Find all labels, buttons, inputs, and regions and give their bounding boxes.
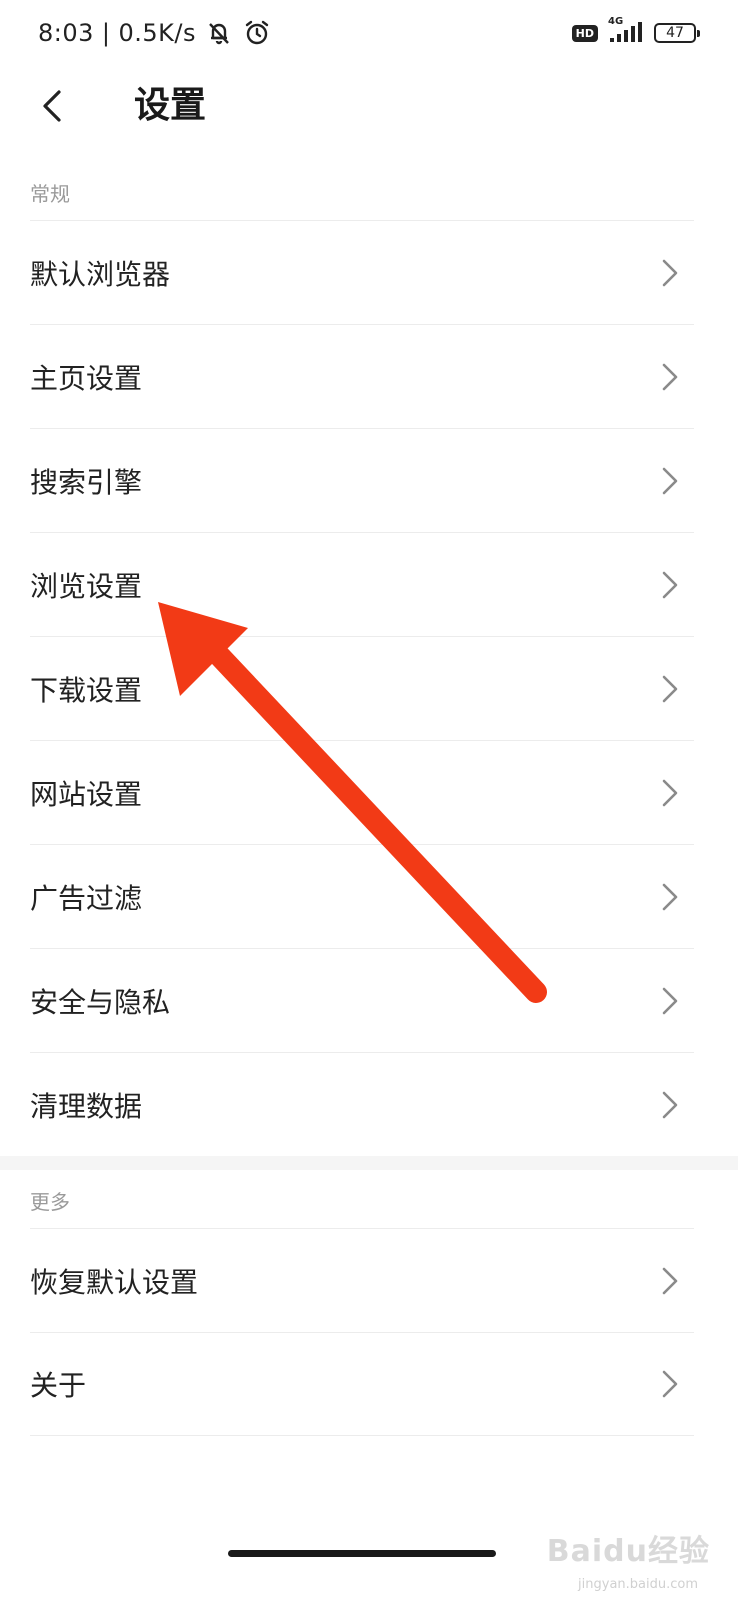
settings-item-search-engine[interactable]: 搜索引擎 — [30, 428, 694, 532]
section-label-more: 更多 — [30, 1190, 70, 1214]
status-right: HD 4G 47 — [571, 16, 700, 46]
chevron-right-icon — [658, 466, 682, 496]
hd-badge: HD — [571, 24, 598, 42]
chevron-right-icon — [658, 362, 682, 392]
signal-icon: 4G — [608, 16, 644, 46]
watermark-url: jingyan.baidu.com — [578, 1577, 698, 1592]
watermark-logo: Baidu经验 — [546, 1534, 710, 1569]
status-separator: | — [101, 19, 111, 47]
settings-item-download[interactable]: 下载设置 — [30, 636, 694, 740]
item-label: 搜索引擎 — [30, 465, 143, 499]
settings-item-homepage[interactable]: 主页设置 — [30, 324, 694, 428]
item-label: 清理数据 — [30, 1089, 143, 1123]
header: 设置 — [0, 64, 738, 154]
settings-item-restore-defaults[interactable]: 恢复默认设置 — [30, 1228, 694, 1332]
alarm-icon — [242, 18, 272, 48]
section-divider — [0, 1156, 738, 1170]
chevron-right-icon — [658, 258, 682, 288]
chevron-left-icon — [43, 90, 61, 122]
chevron-right-icon — [658, 674, 682, 704]
settings-item-browsing[interactable]: 浏览设置 — [30, 532, 694, 636]
item-label: 浏览设置 — [30, 569, 143, 603]
chevron-right-icon — [658, 1266, 682, 1296]
chevron-right-icon — [658, 570, 682, 600]
item-label: 关于 — [30, 1369, 87, 1402]
chevron-right-icon — [658, 778, 682, 808]
item-label: 网站设置 — [30, 777, 143, 811]
back-button[interactable] — [30, 84, 74, 128]
item-label: 主页设置 — [30, 361, 143, 395]
item-label: 安全与隐私 — [30, 985, 171, 1019]
bell-muted-icon — [204, 18, 234, 48]
general-settings-list: 默认浏览器 主页设置 搜索引擎 浏览设置 下载设置 网站设置 广告过滤 安全与隐… — [30, 220, 694, 1156]
settings-item-clear-data[interactable]: 清理数据 — [30, 1052, 694, 1156]
chevron-right-icon — [658, 986, 682, 1016]
status-time: 8:03 — [38, 19, 94, 47]
status-net-speed: 0.5K/s — [118, 19, 196, 47]
item-label: 恢复默认设置 — [30, 1265, 199, 1299]
status-bar: 8:03 | 0.5K/s HD 4G 47 — [0, 0, 738, 64]
settings-item-default-browser[interactable]: 默认浏览器 — [30, 220, 694, 324]
battery-icon: 47 — [654, 23, 700, 43]
settings-item-website[interactable]: 网站设置 — [30, 740, 694, 844]
section-label-general: 常规 — [30, 182, 70, 206]
settings-item-about[interactable]: 关于 — [30, 1332, 694, 1436]
page-title: 设置 — [134, 85, 207, 126]
item-label: 默认浏览器 — [30, 257, 171, 291]
chevron-right-icon — [658, 1369, 682, 1399]
item-label: 下载设置 — [30, 673, 143, 707]
home-indicator[interactable] — [228, 1550, 496, 1557]
chevron-right-icon — [658, 1090, 682, 1120]
status-left: 8:03 | 0.5K/s — [38, 18, 272, 48]
more-settings-list: 恢复默认设置 关于 — [30, 1228, 694, 1436]
item-label: 广告过滤 — [30, 881, 143, 915]
settings-item-ad-filter[interactable]: 广告过滤 — [30, 844, 694, 948]
settings-item-security-privacy[interactable]: 安全与隐私 — [30, 948, 694, 1052]
battery-level: 47 — [666, 25, 684, 41]
chevron-right-icon — [658, 882, 682, 912]
